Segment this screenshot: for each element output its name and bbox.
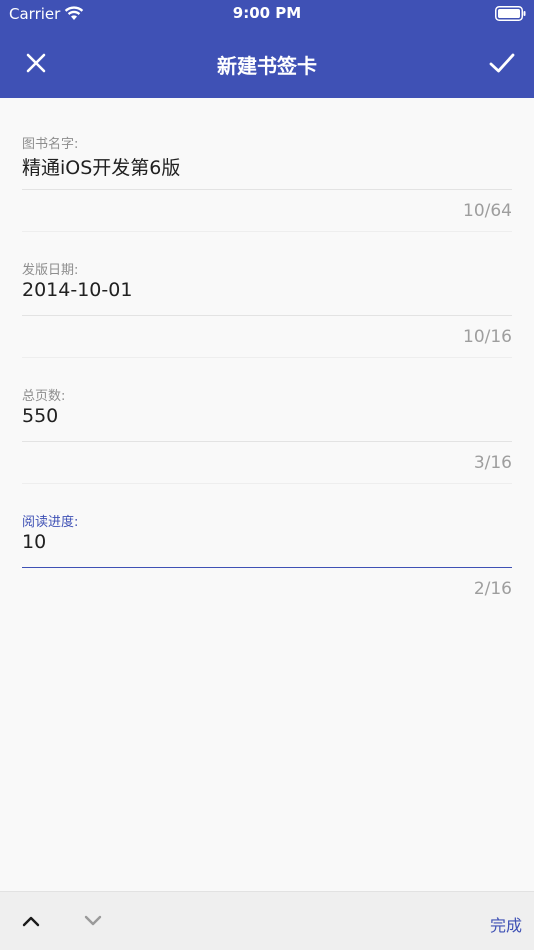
chevron-up-icon bbox=[22, 916, 40, 927]
done-button[interactable]: 完成 bbox=[490, 912, 522, 936]
release-date-underline bbox=[22, 315, 512, 316]
field-divider bbox=[22, 231, 512, 232]
total-pages-input[interactable]: 550 bbox=[22, 405, 512, 427]
release-date-field[interactable]: 发版日期: 2014-10-01 10/16 bbox=[22, 259, 512, 385]
total-pages-label: 总页数: bbox=[22, 389, 66, 404]
page-title: 新建书签卡 bbox=[217, 54, 317, 78]
clock: 9:00 PM bbox=[232, 4, 302, 22]
book-name-input[interactable]: 精通iOS开发第6版 bbox=[22, 153, 512, 180]
total-pages-underline bbox=[22, 441, 512, 442]
book-name-field[interactable]: 图书名字: 精通iOS开发第6版 10/64 bbox=[22, 133, 512, 259]
book-name-label: 图书名字: bbox=[22, 137, 79, 152]
release-date-label: 发版日期: bbox=[22, 263, 79, 278]
app-bar: 新建书签卡 bbox=[0, 28, 534, 98]
battery-icon bbox=[495, 6, 526, 21]
reading-progress-input[interactable]: 10 bbox=[22, 531, 512, 553]
check-icon bbox=[489, 53, 515, 73]
book-name-counter: 10/64 bbox=[463, 201, 512, 221]
reading-progress-underline bbox=[22, 567, 512, 568]
next-field-button[interactable] bbox=[76, 904, 110, 938]
field-divider bbox=[22, 357, 512, 358]
reading-progress-counter: 2/16 bbox=[473, 579, 512, 599]
status-bar: Carrier 9:00 PM bbox=[0, 0, 534, 28]
field-divider bbox=[22, 483, 512, 484]
chevron-down-icon bbox=[84, 915, 102, 926]
book-name-underline bbox=[22, 189, 512, 190]
confirm-button[interactable] bbox=[480, 41, 524, 85]
total-pages-counter: 3/16 bbox=[473, 453, 512, 473]
reading-progress-label: 阅读进度: bbox=[22, 515, 79, 530]
total-pages-field[interactable]: 总页数: 550 3/16 bbox=[22, 385, 512, 511]
header: Carrier 9:00 PM 新建书签卡 bbox=[0, 0, 534, 98]
keyboard-toolbar: 完成 bbox=[0, 891, 534, 950]
release-date-counter: 10/16 bbox=[463, 327, 512, 347]
reading-progress-field[interactable]: 阅读进度: 10 2/16 bbox=[22, 511, 512, 637]
previous-field-button[interactable] bbox=[14, 904, 48, 938]
release-date-input[interactable]: 2014-10-01 bbox=[22, 279, 512, 301]
